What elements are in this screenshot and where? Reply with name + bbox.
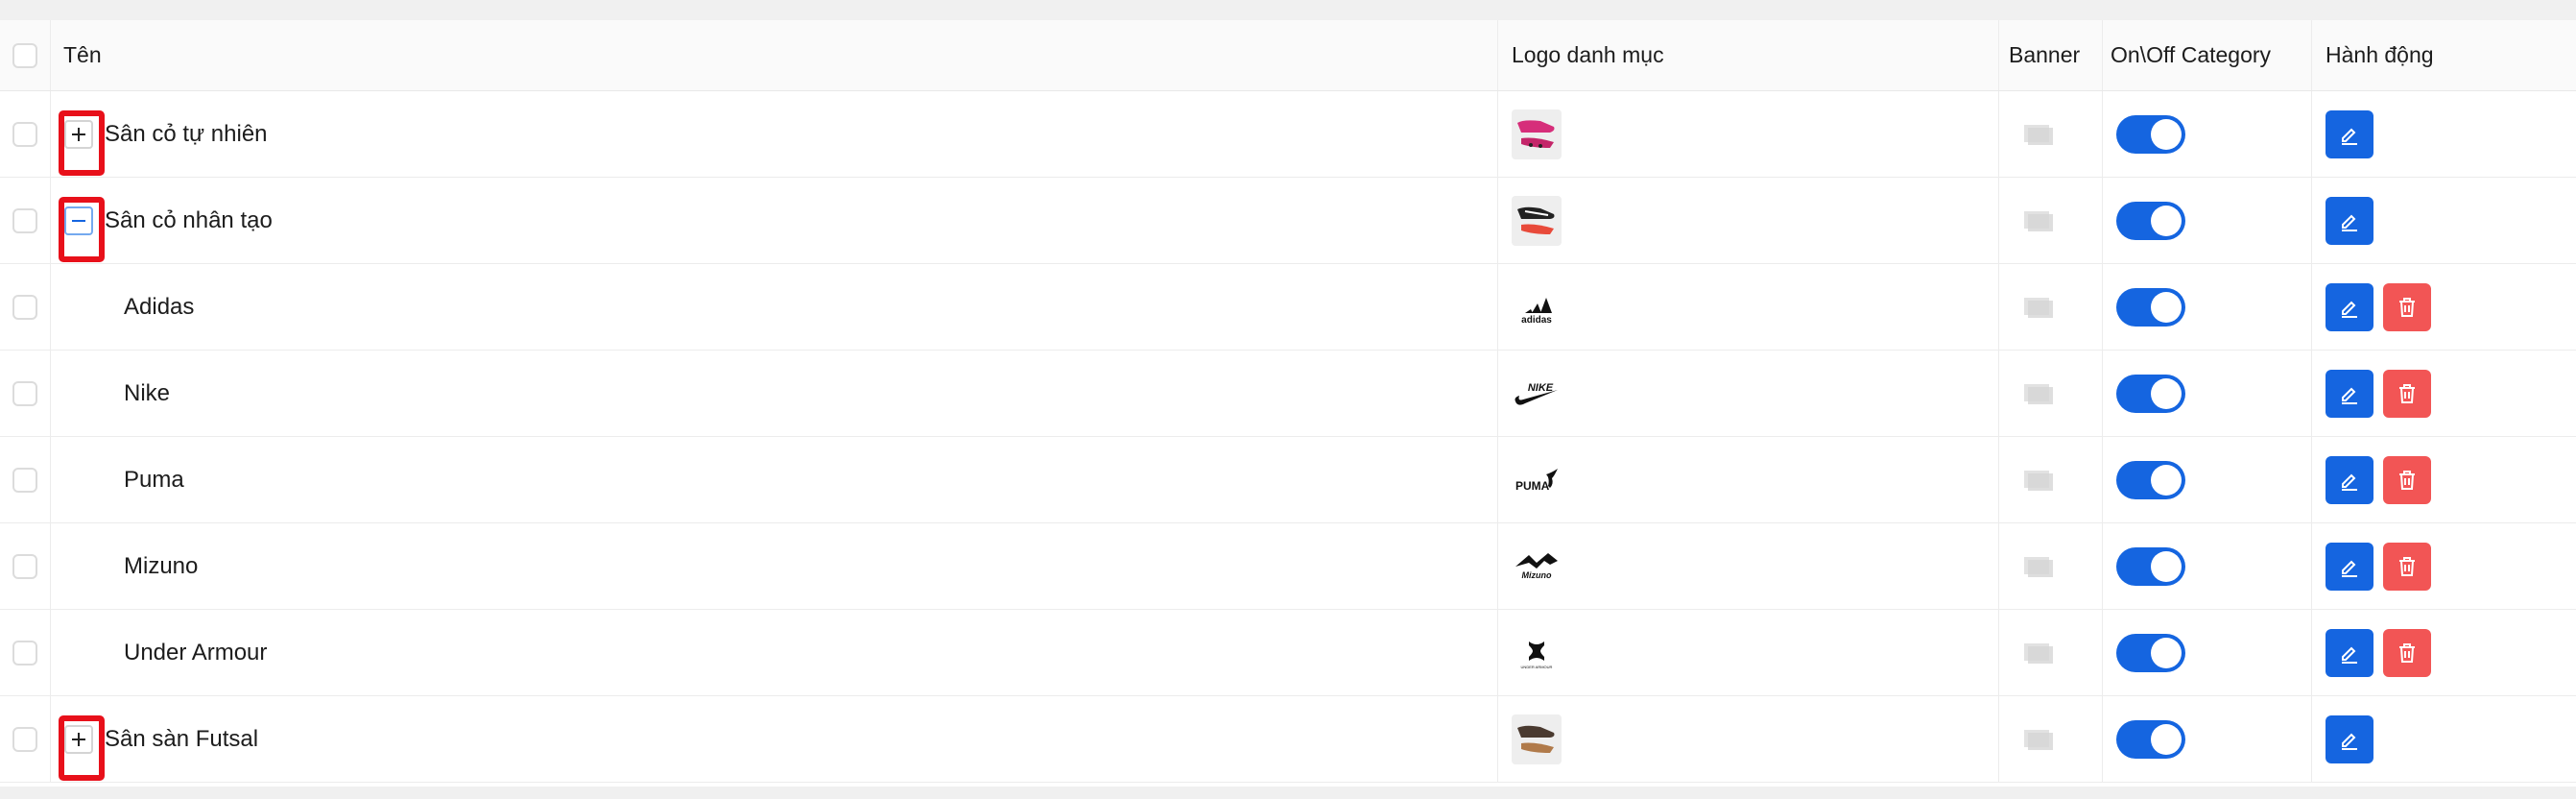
table-row: Sân cỏ nhân tạo: [0, 178, 2576, 264]
expand-button[interactable]: [59, 714, 105, 781]
row-checkbox[interactable]: [12, 121, 37, 147]
category-toggle[interactable]: [2116, 633, 2185, 672]
row-checkbox[interactable]: [12, 380, 37, 406]
minus-icon: [72, 219, 85, 222]
edit-icon: [2342, 301, 2357, 318]
svg-text:UNDER ARMOUR: UNDER ARMOUR: [1521, 665, 1553, 669]
collapse-button[interactable]: [59, 196, 105, 262]
category-name: Adidas: [124, 293, 195, 320]
edit-button[interactable]: [2326, 714, 2373, 763]
edit-button[interactable]: [2326, 282, 2373, 331]
category-table: Tên Logo danh mục Banner On\Off Category…: [0, 20, 2576, 787]
category-toggle[interactable]: [2116, 201, 2185, 240]
banner-image-icon: [2024, 470, 2053, 491]
row-checkbox[interactable]: [12, 640, 37, 666]
edit-button[interactable]: [2326, 109, 2373, 158]
mizuno-logo: Mizuno: [1512, 542, 1562, 592]
trash-icon: [2399, 556, 2415, 576]
row-checkbox[interactable]: [12, 553, 37, 579]
header-banner: Banner: [2009, 42, 2081, 67]
header-logo: Logo danh mục: [1512, 42, 1664, 67]
boot-pink-icon: [1512, 109, 1562, 159]
category-toggle[interactable]: [2116, 287, 2185, 327]
table-row: Sân sàn Futsal: [0, 696, 2576, 783]
table-row: Puma PUMA: [0, 437, 2576, 523]
edit-icon: [2342, 646, 2357, 664]
table-row: Adidas adidas: [0, 264, 2576, 351]
header-onoff: On\Off Category: [2111, 42, 2272, 67]
edit-button[interactable]: [2326, 455, 2373, 504]
row-checkbox[interactable]: [12, 294, 37, 320]
select-all-checkbox[interactable]: [12, 42, 37, 68]
table-row: Sân cỏ tự nhiên: [0, 91, 2576, 178]
edit-button[interactable]: [2326, 542, 2373, 591]
table-row: Mizuno Mizuno: [0, 523, 2576, 610]
table-header: Tên Logo danh mục Banner On\Off Category…: [0, 20, 2576, 91]
edit-icon: [2342, 560, 2357, 577]
boot-black-red-icon: [1512, 195, 1562, 246]
banner-image-icon: [2024, 729, 2053, 750]
delete-button[interactable]: [2383, 455, 2431, 504]
header-name: Tên: [63, 42, 102, 67]
delete-button[interactable]: [2383, 542, 2431, 591]
trash-icon: [2399, 383, 2415, 403]
svg-text:adidas: adidas: [1521, 315, 1552, 326]
category-toggle[interactable]: [2116, 460, 2185, 499]
plus-icon: [72, 127, 85, 141]
delete-button[interactable]: [2383, 282, 2431, 331]
banner-image-icon: [2024, 556, 2053, 577]
plus-icon: [72, 732, 85, 746]
edit-button[interactable]: [2326, 628, 2373, 677]
category-name: Sân cỏ tự nhiên: [105, 120, 268, 147]
category-name: Puma: [124, 466, 184, 493]
category-name: Sân cỏ nhân tạo: [105, 206, 273, 233]
edit-icon: [2342, 733, 2357, 750]
category-name: Nike: [124, 379, 171, 406]
header-action: Hành động: [2326, 42, 2434, 67]
svg-text:PUMA: PUMA: [1515, 479, 1550, 493]
row-checkbox[interactable]: [12, 207, 37, 233]
table-row: Under Armour UNDER ARMOUR: [0, 610, 2576, 696]
category-name: Under Armour: [124, 639, 268, 666]
delete-button[interactable]: [2383, 628, 2431, 677]
puma-logo: PUMA: [1512, 455, 1562, 505]
expand-button[interactable]: [59, 109, 105, 176]
trash-icon: [2399, 297, 2415, 317]
edit-button[interactable]: [2326, 369, 2373, 418]
edit-icon: [2342, 387, 2357, 404]
banner-image-icon: [2024, 642, 2053, 664]
trash-icon: [2399, 642, 2415, 663]
under-armour-logo: UNDER ARMOUR: [1512, 628, 1562, 678]
edit-icon: [2342, 214, 2357, 231]
adidas-logo: adidas: [1512, 282, 1562, 332]
category-toggle[interactable]: [2116, 719, 2185, 759]
category-name: Mizuno: [124, 552, 199, 579]
row-checkbox[interactable]: [12, 467, 37, 493]
banner-image-icon: [2024, 383, 2053, 404]
delete-button[interactable]: [2383, 369, 2431, 418]
banner-image-icon: [2024, 210, 2053, 231]
category-toggle[interactable]: [2116, 114, 2185, 154]
category-name: Sân sàn Futsal: [105, 725, 259, 752]
trash-icon: [2399, 470, 2415, 490]
svg-text:NIKE: NIKE: [1528, 382, 1554, 394]
edit-icon: [2342, 473, 2357, 491]
nike-logo: NIKE: [1512, 369, 1562, 419]
banner-image-icon: [2024, 124, 2053, 145]
category-toggle[interactable]: [2116, 546, 2185, 586]
svg-text:Mizuno: Mizuno: [1522, 570, 1552, 580]
row-checkbox[interactable]: [12, 726, 37, 752]
table-row: Nike NIKE: [0, 351, 2576, 437]
banner-image-icon: [2024, 297, 2053, 318]
category-toggle[interactable]: [2116, 374, 2185, 413]
edit-button[interactable]: [2326, 196, 2373, 245]
edit-icon: [2342, 128, 2357, 145]
boot-brown-icon: [1512, 714, 1562, 764]
